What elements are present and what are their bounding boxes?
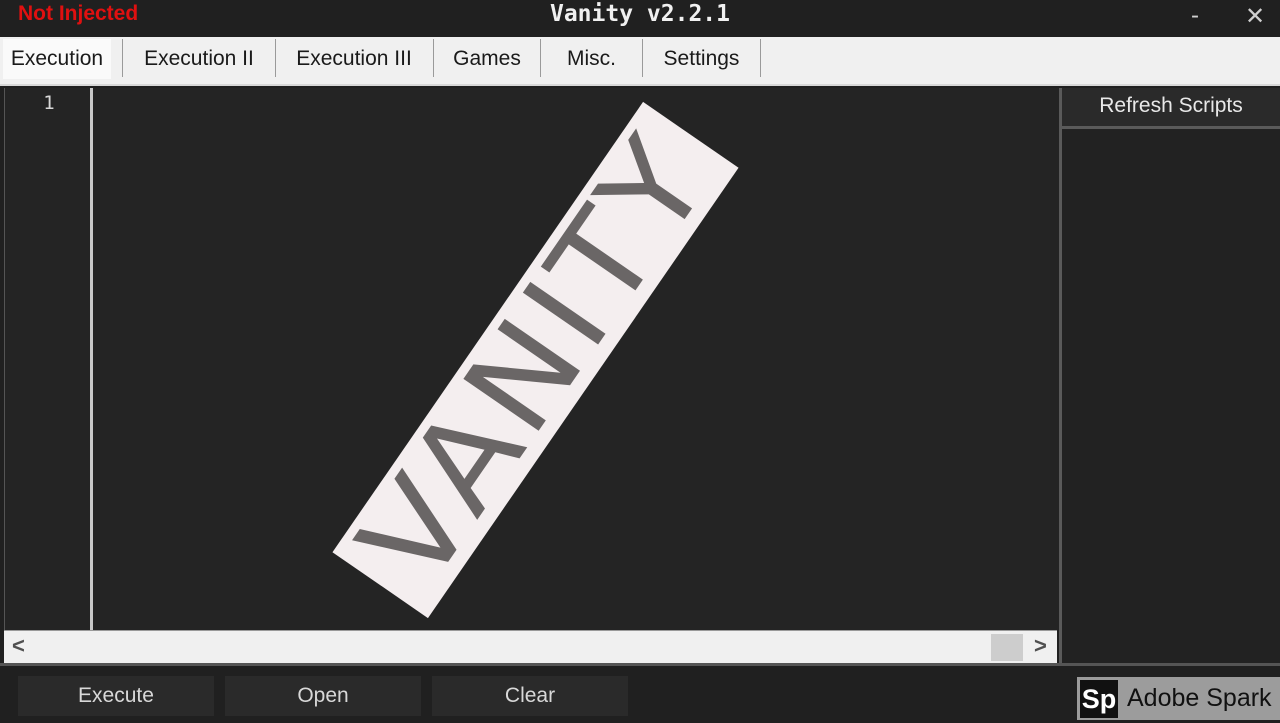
title-bar: Not Injected Vanity v2.2.1 - ✕ bbox=[0, 0, 1280, 37]
tab-bar: Execution Execution II Execution III Gam… bbox=[0, 37, 1280, 86]
tab-execution-iii[interactable]: Execution III bbox=[275, 39, 434, 77]
window-title: Vanity v2.2.1 bbox=[549, 1, 730, 27]
scroll-thumb[interactable] bbox=[991, 634, 1023, 661]
scroll-right-icon[interactable]: > bbox=[1034, 633, 1047, 659]
line-number-gutter: 1 bbox=[5, 88, 93, 630]
close-icon[interactable]: ✕ bbox=[1245, 2, 1265, 31]
minimize-icon[interactable]: - bbox=[1191, 2, 1199, 30]
script-list[interactable] bbox=[1062, 129, 1280, 663]
tab-misc[interactable]: Misc. bbox=[541, 39, 643, 77]
tab-execution[interactable]: Execution bbox=[3, 39, 111, 79]
adobe-spark-watermark: Sp Adobe Spark bbox=[1077, 677, 1280, 720]
clear-button[interactable]: Clear bbox=[432, 676, 628, 716]
adobe-spark-text: Adobe Spark bbox=[1127, 684, 1272, 712]
adobe-spark-logo-icon: Sp bbox=[1080, 680, 1118, 718]
execute-button[interactable]: Execute bbox=[18, 676, 214, 716]
scroll-left-icon[interactable]: < bbox=[12, 633, 25, 659]
tab-execution-ii[interactable]: Execution II bbox=[122, 39, 276, 77]
scripts-panel: Refresh Scripts bbox=[1059, 88, 1280, 663]
refresh-scripts-button[interactable]: Refresh Scripts bbox=[1062, 88, 1280, 129]
open-button[interactable]: Open bbox=[225, 676, 421, 716]
tab-settings[interactable]: Settings bbox=[643, 39, 761, 77]
line-number: 1 bbox=[43, 92, 55, 114]
horizontal-scrollbar[interactable]: < > bbox=[4, 630, 1057, 664]
tab-games[interactable]: Games bbox=[434, 39, 541, 77]
